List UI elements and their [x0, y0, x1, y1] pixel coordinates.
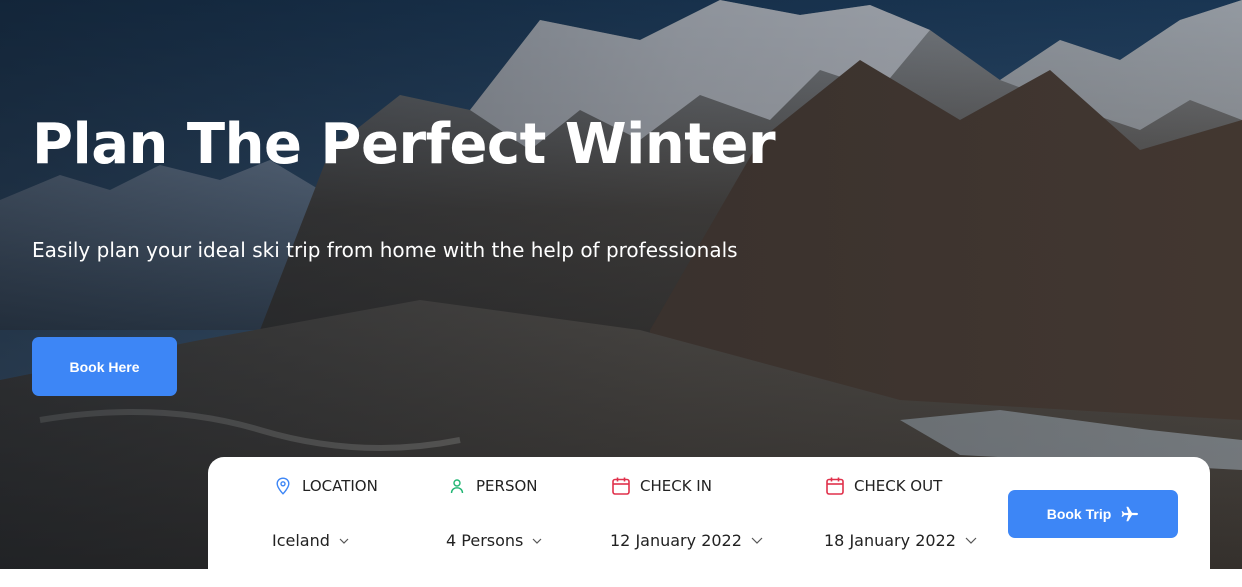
chevron-down-icon	[339, 538, 349, 544]
check-out-date-picker[interactable]: 18 January 2022	[824, 531, 977, 550]
calendar-icon	[824, 475, 846, 497]
check-in-value: 12 January 2022	[610, 531, 742, 550]
calendar-icon	[610, 475, 632, 497]
hero-subtitle: Easily plan your ideal ski trip from hom…	[32, 238, 738, 262]
book-trip-button[interactable]: Book Trip	[1008, 490, 1178, 538]
check-in-date-picker[interactable]: 12 January 2022	[610, 531, 763, 550]
check-out-label: CHECK OUT	[854, 477, 943, 495]
person-label: PERSON	[476, 477, 538, 495]
location-select[interactable]: Iceland	[272, 531, 349, 550]
check-out-label-row: CHECK OUT	[824, 475, 942, 497]
location-value: Iceland	[272, 531, 330, 550]
location-label: LOCATION	[302, 477, 378, 495]
booking-panel: LOCATION Iceland PERSON 4 Persons CHECK …	[208, 457, 1210, 587]
person-label-row: PERSON	[446, 475, 538, 497]
book-here-button[interactable]: Book Here	[32, 337, 177, 396]
check-in-label: CHECK IN	[640, 477, 712, 495]
person-select[interactable]: 4 Persons	[446, 531, 542, 550]
map-pin-icon	[272, 475, 294, 497]
check-in-label-row: CHECK IN	[610, 475, 712, 497]
chevron-down-icon	[965, 537, 977, 544]
book-trip-label: Book Trip	[1046, 506, 1112, 522]
airplane-icon	[1121, 506, 1139, 522]
person-value: 4 Persons	[446, 531, 524, 550]
person-icon	[446, 475, 468, 497]
chevron-down-icon	[751, 537, 763, 544]
hero-title: Plan The Perfect Winter	[32, 112, 776, 177]
chevron-down-icon	[532, 538, 542, 544]
check-out-value: 18 January 2022	[824, 531, 956, 550]
location-label-row: LOCATION	[272, 475, 378, 497]
